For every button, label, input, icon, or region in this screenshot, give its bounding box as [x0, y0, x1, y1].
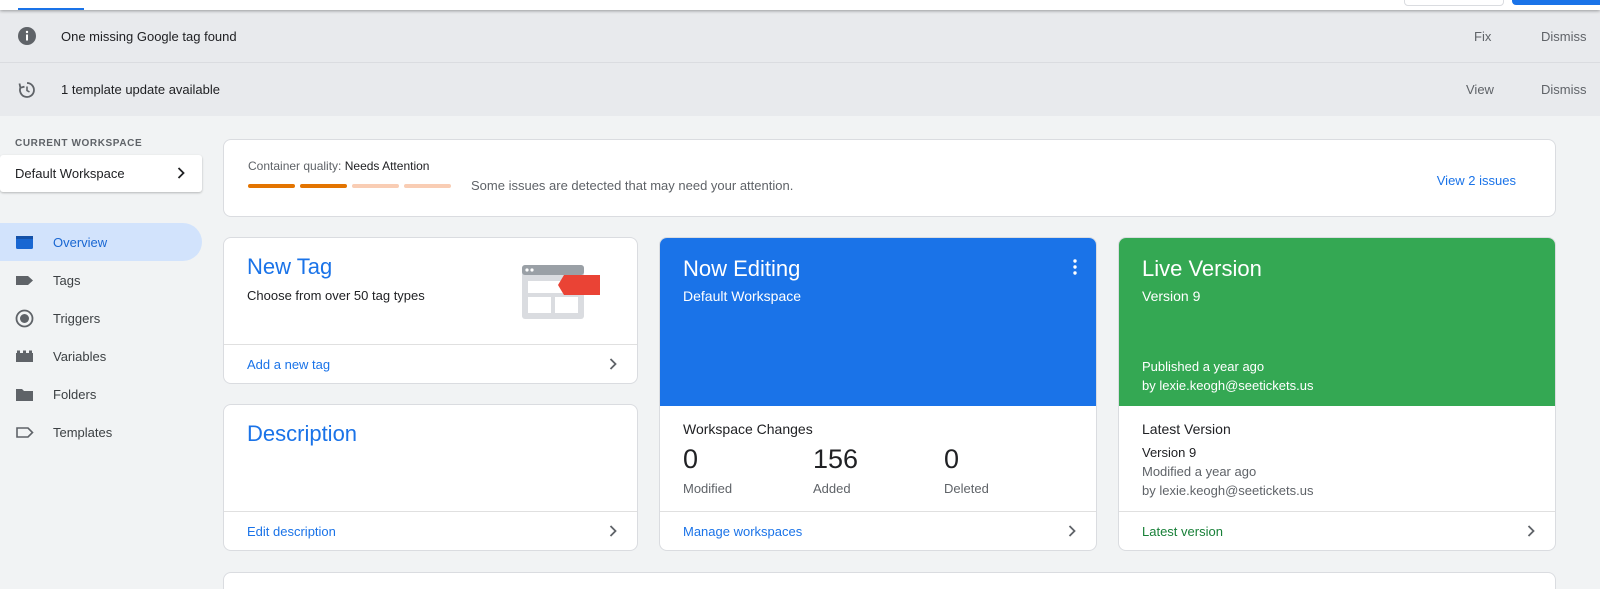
latest-version-label: Latest version	[1142, 523, 1223, 539]
live-version-header: Live Version Version 9 Published a year …	[1119, 238, 1555, 406]
now-editing-header: Now Editing Default Workspace	[660, 238, 1096, 406]
tag-illustration-icon	[522, 265, 600, 319]
now-editing-title: Now Editing	[683, 256, 801, 281]
view-link[interactable]: View	[1466, 82, 1494, 97]
active-tab-indicator	[18, 8, 84, 10]
workspace-changes-title: Workspace Changes	[683, 421, 813, 437]
quality-meter-segment	[300, 184, 347, 188]
manage-workspaces-label: Manage workspaces	[683, 523, 803, 539]
next-card	[223, 572, 1556, 589]
live-version-card: Live Version Version 9 Published a year …	[1118, 237, 1556, 551]
update-icon	[18, 81, 35, 98]
latest-version-author: by lexie.keogh@seetickets.us	[1142, 483, 1314, 498]
quality-meter-segment	[248, 184, 295, 188]
added-label: Added	[813, 481, 851, 496]
chevron-right-icon	[609, 358, 617, 370]
deleted-count: 0	[944, 444, 960, 474]
sidebar-item-tags[interactable]: Tags	[0, 261, 202, 299]
variables-icon	[16, 350, 33, 362]
notification-text: One missing Google tag found	[61, 28, 237, 44]
add-new-tag-link[interactable]: Add a new tag	[224, 344, 637, 383]
submit-button[interactable]	[1512, 0, 1600, 5]
tag-icon	[16, 276, 33, 285]
description-card: Description Edit description	[223, 404, 638, 551]
container-quality-card: Container quality: Needs Attention Some …	[223, 139, 1556, 217]
workspace-selector[interactable]: Default Workspace	[0, 155, 202, 192]
edit-description-link[interactable]: Edit description	[224, 511, 637, 550]
sidebar-item-label: Folders	[53, 386, 97, 402]
latest-version-title: Latest Version	[1142, 421, 1231, 437]
chevron-right-icon	[609, 525, 617, 537]
latest-version-modified: Modified a year ago	[1142, 464, 1257, 479]
overview-icon	[16, 236, 33, 249]
sidebar-item-overview[interactable]: Overview	[0, 223, 202, 261]
top-app-bar	[0, 0, 1600, 10]
chevron-right-icon	[1527, 525, 1535, 537]
dismiss-link[interactable]: Dismiss	[1541, 29, 1587, 44]
trigger-icon	[15, 309, 34, 328]
latest-version-number: Version 9	[1142, 445, 1197, 460]
dismiss-link[interactable]: Dismiss	[1541, 82, 1587, 97]
quality-label: Container quality:	[248, 159, 342, 173]
workspace-name: Default Workspace	[15, 166, 125, 181]
info-icon	[18, 27, 36, 45]
live-version-title: Live Version	[1142, 256, 1262, 281]
sidebar-item-folders[interactable]: Folders	[0, 375, 202, 413]
sidebar-item-variables[interactable]: Variables	[0, 337, 202, 375]
quality-meter-segment	[404, 184, 451, 188]
now-editing-card: Now Editing Default Workspace Workspace …	[659, 237, 1097, 551]
new-tag-subtitle: Choose from over 50 tag types	[247, 288, 425, 303]
fix-link[interactable]: Fix	[1474, 29, 1491, 44]
notification-text: 1 template update available	[61, 82, 221, 97]
current-workspace-label: CURRENT WORKSPACE	[15, 138, 143, 149]
sidebar-item-label: Overview	[53, 234, 108, 250]
quality-title: Container quality: Needs Attention	[248, 159, 429, 173]
now-editing-workspace: Default Workspace	[683, 288, 802, 304]
folder-icon	[16, 389, 33, 401]
template-icon	[16, 427, 34, 438]
notification-missing-tag: One missing Google tag found Fix Dismiss	[0, 10, 1600, 63]
sidebar-item-templates[interactable]: Templates	[0, 413, 202, 451]
modified-label: Modified	[683, 481, 733, 496]
quality-status: Needs Attention	[344, 159, 430, 173]
quality-meter-segment	[352, 184, 399, 188]
view-issues-link[interactable]: View 2 issues	[1437, 173, 1516, 188]
published-date: Published a year ago	[1142, 359, 1265, 374]
sidebar-item-label: Variables	[53, 348, 107, 364]
sidebar-item-label: Tags	[53, 272, 81, 288]
quality-description: Some issues are detected that may need y…	[471, 178, 794, 193]
sidebar-item-label: Triggers	[53, 310, 101, 326]
chevron-right-icon	[177, 167, 185, 179]
preview-button[interactable]	[1404, 0, 1504, 6]
new-tag-title[interactable]: New Tag	[247, 254, 332, 280]
new-tag-card: New Tag Choose from over 50 tag types Ad…	[223, 237, 638, 384]
deleted-label: Deleted	[944, 481, 989, 496]
sidebar-item-triggers[interactable]: Triggers	[0, 299, 202, 337]
modified-count: 0	[683, 444, 699, 474]
sidebar-item-label: Templates	[53, 424, 113, 440]
published-by: by lexie.keogh@seetickets.us	[1142, 378, 1314, 393]
notification-template-update: 1 template update available View Dismiss	[0, 63, 1600, 116]
description-title: Description	[247, 421, 358, 446]
live-version-number: Version 9	[1142, 288, 1201, 304]
added-count: 156	[813, 444, 859, 474]
edit-description-label: Edit description	[247, 523, 336, 539]
add-new-tag-label: Add a new tag	[247, 356, 331, 372]
latest-version-link[interactable]: Latest version	[1119, 511, 1555, 550]
chevron-right-icon	[1068, 525, 1076, 537]
manage-workspaces-link[interactable]: Manage workspaces	[660, 511, 1096, 550]
more-vert-icon[interactable]	[1073, 259, 1077, 275]
